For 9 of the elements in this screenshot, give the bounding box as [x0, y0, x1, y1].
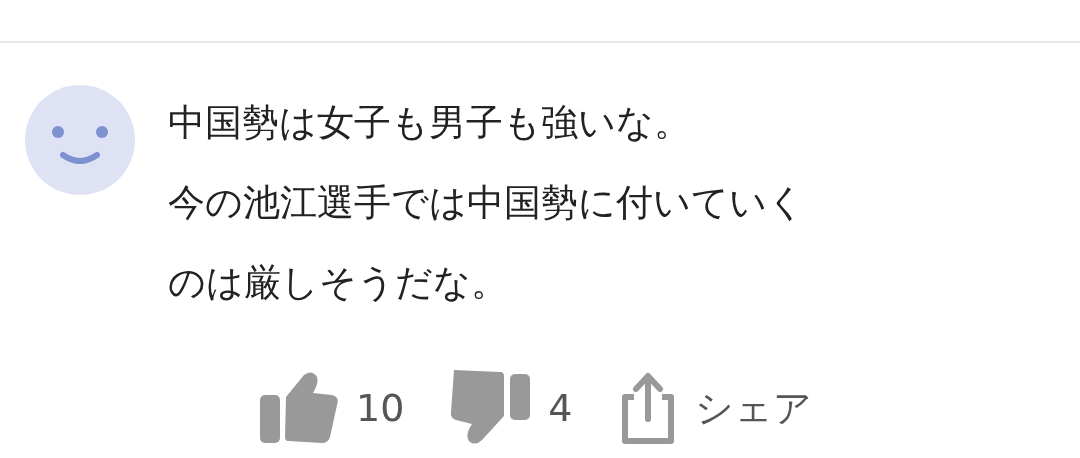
avatar-icon	[25, 85, 135, 195]
share-button[interactable]: シェア	[618, 370, 812, 446]
like-button[interactable]: 10	[260, 370, 405, 446]
comment-text: のは厳しそうだな。	[168, 260, 509, 306]
comment-text: 中国勢は女子も男子も強いな。	[168, 100, 692, 146]
thumbs-down-icon	[450, 370, 531, 446]
dislike-button[interactable]: 4	[450, 370, 573, 446]
thumbs-up-icon	[260, 371, 338, 445]
comment-text: 今の池江選手では中国勢に付いていく	[168, 180, 805, 226]
